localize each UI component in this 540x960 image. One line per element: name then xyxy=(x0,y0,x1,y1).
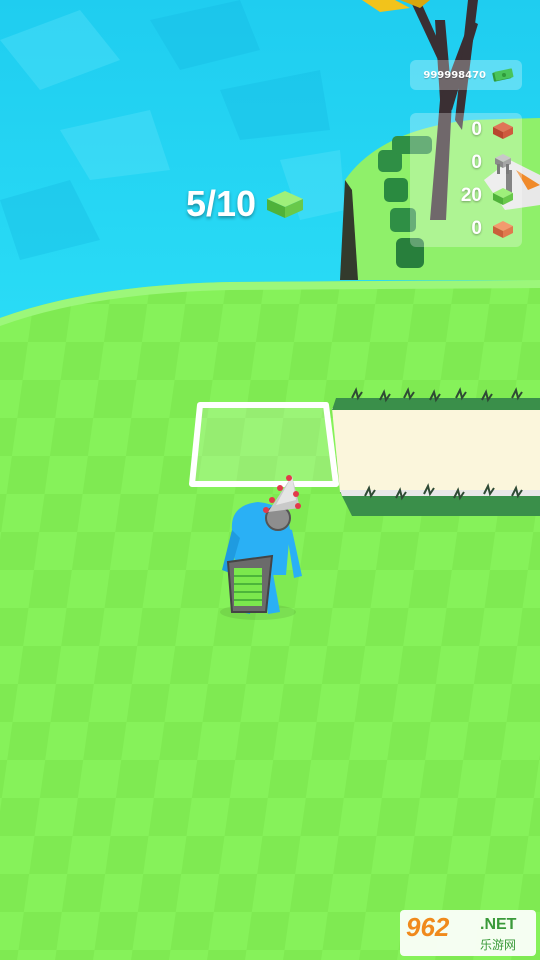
grass-count: 20 xyxy=(460,185,482,206)
grass-field[interactable] xyxy=(0,280,540,960)
grass-block-icon xyxy=(493,188,513,205)
carry-count-label: 5/10 xyxy=(186,183,257,224)
resource-row-grass: 20 xyxy=(410,181,522,211)
cash-stack-icon xyxy=(492,68,514,82)
resource-panel: 0 0 20 0 xyxy=(410,113,522,247)
clay-block-icon xyxy=(493,221,513,238)
stone-path xyxy=(332,398,540,516)
clay-count: 0 xyxy=(471,218,482,239)
stone-pillar-icon xyxy=(495,154,511,174)
resource-row-stone: 0 xyxy=(410,148,522,178)
money-value: 999998470 xyxy=(423,69,486,81)
carry-counter: 5/10 xyxy=(186,183,306,225)
grass-block-icon xyxy=(267,191,304,218)
resource-row-brick: 0 xyxy=(410,115,522,145)
brick-count: 0 xyxy=(471,119,482,140)
brick-block-icon xyxy=(493,122,513,139)
resource-row-clay: 0 xyxy=(410,214,522,244)
watermark-net: .NET xyxy=(480,916,517,933)
watermark-sub: 乐游网 xyxy=(480,938,517,952)
money-display: 999998470 xyxy=(410,60,522,90)
watermark-number: 962 xyxy=(406,912,450,942)
watermark-logo: 962 .NET 乐游网 xyxy=(400,910,536,956)
game-viewport[interactable]: 999998470 0 0 20 0 5/10 962 .NET 乐游网 xyxy=(0,0,540,960)
stone-count: 0 xyxy=(471,152,482,173)
build-zone[interactable] xyxy=(189,402,339,487)
